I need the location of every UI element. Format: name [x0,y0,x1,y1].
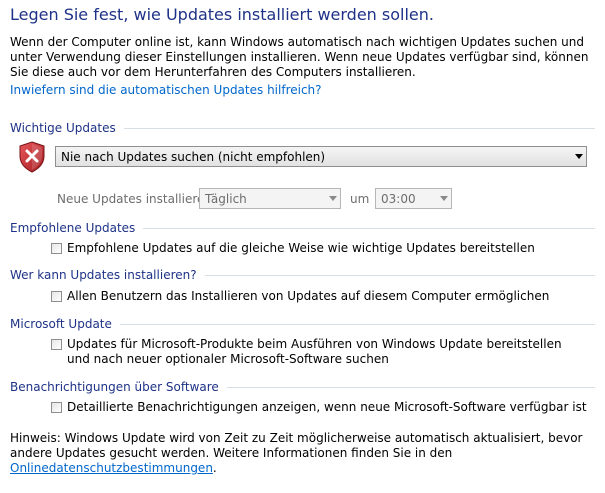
microsoft-update-label[interactable]: Updates für Microsoft-Produkte beim Ausf… [67,337,576,367]
all-users-install-checkbox[interactable] [51,291,62,302]
section-divider [204,275,595,276]
install-time-value: 03:00 [381,191,416,206]
install-day-dropdown[interactable]: Täglich [199,188,341,209]
section-heading: Wichtige Updates [10,121,116,135]
microsoft-update-option[interactable]: Updates für Microsoft-Produkte beim Ausf… [51,337,576,367]
all-users-install-label[interactable]: Allen Benutzern das Installieren von Upd… [67,289,549,304]
section-divider [119,324,595,325]
section-heading: Benachrichtigungen über Software [10,380,219,394]
page-title: Legen Sie fest, wie Updates installiert … [10,5,434,24]
software-notifications-label[interactable]: Detaillierte Benachrichtigungen anzeigen… [67,400,587,415]
all-users-install-option[interactable]: Allen Benutzern das Installieren von Upd… [51,289,591,304]
section-heading: Microsoft Update [10,317,112,331]
help-link[interactable]: Inwiefern sind die automatischen Updates… [10,83,322,97]
footer-note-end: . [212,461,217,475]
footer-note-text: Hinweis: Windows Update wird von Zeit zu… [10,431,583,460]
section-heading: Wer kann Updates installieren? [10,268,197,282]
microsoft-update-checkbox[interactable] [51,339,62,350]
section-who-can-install: Wer kann Updates installieren? [10,268,595,282]
shield-error-icon [18,141,46,173]
update-mode-value: Nie nach Updates suchen (nicht empfohlen… [61,149,326,164]
footer-note: Hinweis: Windows Update wird von Zeit zu… [10,431,595,476]
section-microsoft-update: Microsoft Update [10,317,595,331]
chevron-down-icon [326,189,340,208]
chevron-down-icon [572,147,586,166]
update-mode-dropdown[interactable]: Nie nach Updates suchen (nicht empfohlen… [55,146,587,167]
software-notifications-option[interactable]: Detaillierte Benachrichtigungen anzeigen… [51,400,591,415]
install-day-value: Täglich [205,191,247,206]
install-time-dropdown[interactable]: 03:00 [375,188,452,209]
section-heading: Empfohlene Updates [10,221,136,235]
section-recommended-updates: Empfohlene Updates [10,221,595,235]
chevron-down-icon [437,189,451,208]
section-divider [226,387,595,388]
section-divider [143,228,595,229]
section-important-updates: Wichtige Updates [10,121,595,135]
intro-text: Wenn der Computer online ist, kann Windo… [10,35,589,79]
at-label: um [350,192,370,206]
software-notifications-checkbox[interactable] [51,402,62,413]
install-schedule-label: Neue Updates installieren: [57,192,217,206]
recommended-updates-label[interactable]: Empfohlene Updates auf die gleiche Weise… [67,241,535,256]
recommended-updates-checkbox[interactable] [51,243,62,254]
recommended-updates-option[interactable]: Empfohlene Updates auf die gleiche Weise… [51,241,591,256]
section-divider [123,128,595,129]
privacy-link[interactable]: Onlinedatenschutzbestimmungen [10,461,213,475]
section-software-notifications: Benachrichtigungen über Software [10,380,595,394]
